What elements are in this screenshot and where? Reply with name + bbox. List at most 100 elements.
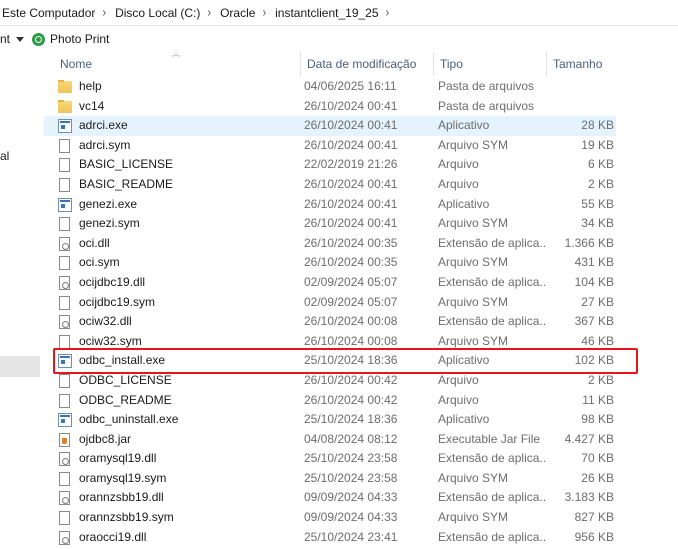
file-type: Pasta de arquivos [438,98,535,113]
file-row[interactable]: oci.dll 26/10/2024 00:35 Extensão de aplic… [44,234,616,254]
breadcrumb-oracle[interactable]: Oracle [218,6,257,20]
file-icon [58,511,72,526]
file-type: Executable Jar File [438,431,541,446]
column-header-date[interactable]: Data de modificação [300,52,434,76]
dropdown-caret-icon[interactable] [16,36,25,42]
photo-print-icon[interactable] [32,32,46,46]
file-row[interactable]: ODBC_README 26/10/2024 00:42 Arquivo 11 KB [44,391,616,411]
file-row[interactable]: oci.sym 26/10/2024 00:35 Arquivo SYM 431 KB [44,253,616,273]
address-breadcrumb[interactable]: Este Computador › Disco Local (C:) › Ora… [0,0,678,26]
file-date-modified: 26/10/2024 00:35 [304,255,398,270]
file-name: help [79,79,102,93]
chevron-right-icon[interactable]: › [97,5,113,19]
file-date-modified: 26/10/2024 00:42 [304,392,398,407]
file-row[interactable]: genezi.sym 26/10/2024 00:41 Arquivo SYM 34 … [44,214,616,234]
file-date-modified: 09/09/2024 04:33 [304,510,398,525]
file-size: 55 KB [581,196,614,211]
file-date-modified: 26/10/2024 00:41 [304,196,398,211]
file-row[interactable]: ocijdbc19.dll 02/09/2024 05:07 Extensão de… [44,273,616,293]
file-row[interactable]: orannzsbb19.sym 09/09/2024 04:33 Arquivo S… [44,508,616,528]
folder-icon [58,80,72,94]
file-row[interactable]: odbc_install.exe 25/10/2024 18:36 Aplicati… [44,351,616,371]
file-row[interactable]: odbc_uninstall.exe 25/10/2024 18:36 Aplica… [44,410,616,430]
file-type: Extensão de aplica... [438,314,546,329]
column-header-type[interactable]: Tipo [433,52,547,76]
file-name: orannzsbb19.sym [79,510,174,525]
chevron-right-icon[interactable]: › [381,5,397,19]
file-type: Extensão de aplica... [438,451,546,466]
file-size: 2 KB [587,176,614,191]
file-name: genezi.exe [79,196,138,211]
file-size: 4.427 KB [564,431,614,446]
file-size: 431 KB [574,255,614,270]
file-date-modified: 22/02/2019 21:26 [304,157,398,172]
file-size: 34 KB [581,216,614,231]
file-icon [58,295,72,310]
file-icon [58,334,72,349]
file-type: Extensão de aplica... [438,529,546,544]
file-row[interactable]: oramysql19.dll 25/10/2024 23:58 Extensão d… [44,449,616,469]
dll-icon [58,530,72,545]
breadcrumb-this-pc[interactable]: Este Computador [0,6,97,20]
file-row[interactable]: ociw32.sym 26/10/2024 00:08 Arquivo SYM 46 … [44,332,616,352]
file-name: ocijdbc19.sym [79,294,156,309]
exe-icon [58,119,72,134]
file-row[interactable]: vc14 26/10/2024 00:41 Pasta de arquivos [44,97,616,117]
file-size: 46 KB [581,333,614,348]
file-date-modified: 26/10/2024 00:08 [304,314,398,329]
navigation-pane: al [0,52,44,549]
file-type: Extensão de aplica... [438,274,546,289]
file-type: Aplicativo [438,353,490,368]
file-row[interactable]: ocijdbc19.sym 02/09/2024 05:07 Arquivo SYM… [44,293,616,313]
breadcrumb-local-disk[interactable]: Disco Local (C:) [113,6,202,20]
toolbar-partial-button[interactable]: nt [0,32,10,46]
file-date-modified: 04/06/2025 16:11 [304,79,397,93]
file-row[interactable]: adrci.sym 26/10/2024 00:41 Arquivo SYM 19 K… [44,136,616,156]
file-name: BASIC_LICENSE [79,157,174,172]
file-icon [58,138,72,153]
file-type: Arquivo SYM [438,470,509,485]
file-name: ociw32.dll [79,314,132,329]
file-size: 367 KB [574,314,614,329]
file-type: Arquivo SYM [438,333,509,348]
file-date-modified: 09/09/2024 04:33 [304,490,398,505]
nav-item-partial[interactable]: al [0,149,9,163]
file-row[interactable]: ojdbc8.jar 04/08/2024 08:12 Executable Jar… [44,430,616,450]
column-header-name[interactable]: Nome [44,52,302,76]
file-row[interactable]: adrci.exe 26/10/2024 00:41 Aplicativo 28 KB [44,116,616,136]
file-size: 26 KB [581,470,614,485]
exe-icon [58,354,72,369]
column-header-size[interactable]: Tamanho [546,52,618,76]
file-size: 104 KB [574,274,614,289]
file-row[interactable]: genezi.exe 26/10/2024 00:41 Aplicativo 55 K… [44,195,616,215]
file-row[interactable]: ODBC_LICENSE 26/10/2024 00:42 Arquivo 2 KB [44,371,616,391]
file-row[interactable]: oramysql19.sym 25/10/2024 23:58 Arquivo SY… [44,469,616,489]
file-name: vc14 [79,98,105,113]
file-type: Arquivo [438,392,479,407]
dll-icon [58,236,72,251]
file-icon [58,373,72,388]
file-size: 2 KB [587,372,614,387]
column-headers: Nome Data de modificação Tipo Tamanho [44,52,678,76]
file-row[interactable]: BASIC_README 26/10/2024 00:41 Arquivo 2 KB [44,175,616,195]
file-row[interactable]: oraocci19.dll 25/10/2024 23:41 Extensão de… [44,528,616,548]
file-row[interactable]: BASIC_LICENSE 22/02/2019 21:26 Arquivo 6 KB [44,155,616,175]
dll-icon [58,452,72,467]
file-date-modified: 26/10/2024 00:41 [304,137,398,152]
photo-print-button[interactable]: Photo Print [50,32,109,46]
file-row[interactable]: ociw32.dll 26/10/2024 00:08 Extensão de ap… [44,312,616,332]
file-name: orannzsbb19.dll [79,490,164,505]
file-type: Arquivo SYM [438,216,509,231]
file-row[interactable]: help 04/06/2025 16:11 Pasta de arquivos [44,77,616,97]
file-name: adrci.exe [79,118,128,133]
file-icon [58,217,72,232]
file-date-modified: 25/10/2024 23:58 [304,470,398,485]
dll-icon [58,275,72,290]
file-row[interactable]: orannzsbb19.dll 09/09/2024 04:33 Extensão … [44,488,616,508]
chevron-right-icon[interactable]: › [257,5,273,19]
chevron-right-icon[interactable]: › [202,5,218,19]
file-name: oci.dll [79,235,110,250]
nav-item-selected[interactable] [0,356,40,377]
breadcrumb-instantclient[interactable]: instantclient_19_25 [273,6,380,20]
file-size: 827 KB [574,510,614,525]
